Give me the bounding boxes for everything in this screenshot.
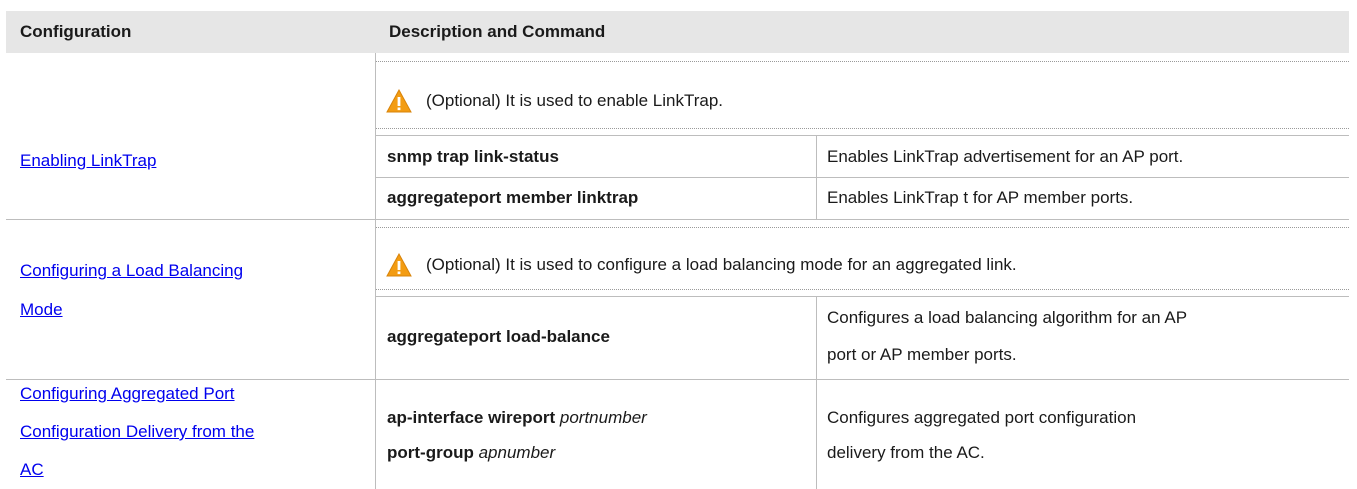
note-bottom-border — [376, 289, 1349, 290]
command-divider — [816, 379, 817, 489]
description-aggregated-line1: Configures aggregated port configuration — [827, 408, 1137, 427]
warning-icon — [386, 89, 412, 113]
header-description-command: Description and Command — [389, 22, 606, 41]
command-ap-interface-wireport: ap-interface wireport portnumber — [387, 408, 647, 428]
link-configuring-load-balancing-mode-cont[interactable]: Mode — [20, 300, 63, 320]
description-load-balancing-line2: port or AP member ports. — [827, 345, 1017, 364]
table-header: Configuration Description and Command — [6, 11, 1349, 53]
command-row-border — [376, 135, 1349, 136]
note-top-border — [376, 61, 1349, 62]
row-separator — [6, 219, 1349, 220]
link-configuring-aggregated-port[interactable]: Configuring Aggregated Port — [20, 384, 235, 404]
row-separator — [6, 379, 1349, 380]
description-load-balancing-line1: Configures a load balancing algorithm fo… — [827, 308, 1188, 327]
link-configuring-aggregated-port-ac[interactable]: AC — [20, 460, 44, 480]
note-enable-linktrap: (Optional) It is used to enable LinkTrap… — [426, 91, 724, 110]
command-aggregateport-load-balance: aggregateport load-balance — [387, 327, 610, 346]
description-aggregated-line2: delivery from the AC. — [827, 443, 985, 462]
note-bottom-border — [376, 128, 1349, 129]
command-divider — [816, 296, 817, 379]
command-argument: portnumber — [559, 408, 647, 427]
command-row-border — [376, 296, 1349, 297]
column-divider — [375, 53, 376, 489]
command-keyword: ap-interface wireport — [387, 408, 556, 427]
command-argument: apnumber — [478, 443, 556, 462]
command-port-group: port-group apnumber — [387, 443, 555, 463]
description-linktrap-ap-port: Enables LinkTrap advertisement for an AP… — [827, 147, 1184, 166]
command-snmp-trap-link-status: snmp trap link-status — [387, 147, 559, 166]
link-configuring-load-balancing-mode[interactable]: Configuring a Load Balancing — [20, 261, 243, 281]
warning-icon — [386, 253, 412, 277]
note-load-balancing: (Optional) It is used to configure a loa… — [426, 255, 1017, 274]
command-keyword: port-group — [387, 443, 474, 462]
command-row-border — [376, 177, 1349, 178]
link-enabling-linktrap[interactable]: Enabling LinkTrap — [20, 151, 156, 171]
command-aggregateport-member-linktrap: aggregateport member linktrap — [387, 188, 639, 207]
note-top-border — [376, 227, 1349, 228]
header-configuration: Configuration — [20, 22, 132, 41]
link-configuring-aggregated-port-cont[interactable]: Configuration Delivery from the — [20, 422, 254, 442]
description-linktrap-member-ports: Enables LinkTrap t for AP member ports. — [827, 188, 1134, 207]
